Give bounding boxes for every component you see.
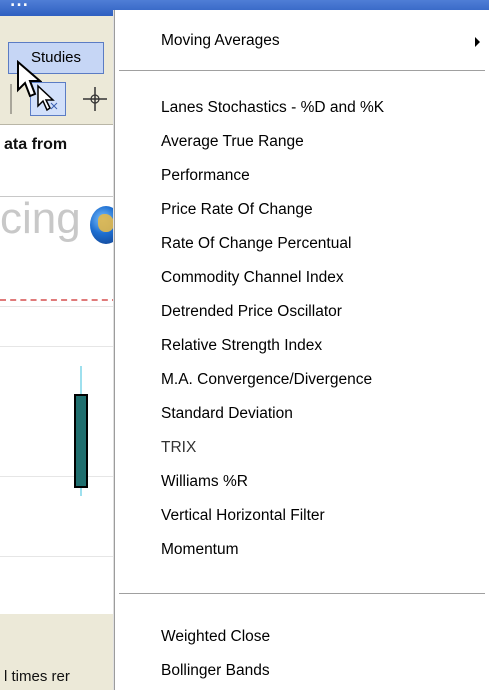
screen: ... Studies ata from cing l times rer Mo…: [0, 0, 489, 690]
watermark-logo-text: cing: [0, 194, 81, 243]
menu-separator: [119, 70, 485, 72]
menu-item-trix[interactable]: TRIX: [115, 431, 489, 465]
window-title: ...: [10, 0, 29, 10]
menu-item-label: Bollinger Bands: [161, 662, 270, 679]
menu-item-label: Average True Range: [161, 133, 304, 150]
menu-item-average-true-range[interactable]: Average True Range: [115, 125, 489, 159]
grid-line: [0, 306, 118, 307]
menu-item-label: Relative Strength Index: [161, 337, 323, 354]
menu-item-lanes-stochastics[interactable]: Lanes Stochastics - %D and %K: [115, 91, 489, 125]
menu-item-label: TRIX: [161, 439, 197, 456]
grid-line: [0, 556, 118, 557]
menu-item-performance[interactable]: Performance: [115, 159, 489, 193]
crosshair-icon[interactable]: [80, 84, 110, 114]
mouse-cursor-icon: [17, 60, 42, 98]
menu-item-macd[interactable]: M.A. Convergence/Divergence: [115, 363, 489, 397]
menu-separator: [119, 593, 485, 595]
menu-item-momentum[interactable]: Momentum: [115, 533, 489, 567]
menu-item-label: M.A. Convergence/Divergence: [161, 371, 373, 388]
grid-line: [0, 346, 118, 347]
menu-item-rate-of-change-percentual[interactable]: Rate Of Change Percentual: [115, 227, 489, 261]
menu-item-label: Momentum: [161, 541, 239, 558]
menu-item-williams-r[interactable]: Williams %R: [115, 465, 489, 499]
menu-item-standard-deviation[interactable]: Standard Deviation: [115, 397, 489, 431]
menu-item-label: Rate Of Change Percentual: [161, 235, 352, 252]
submenu-arrow-icon: [475, 37, 480, 47]
menu-item-label: Price Rate Of Change: [161, 201, 313, 218]
menu-item-vertical-horizontal-filter[interactable]: Vertical Horizontal Filter: [115, 499, 489, 533]
menu-item-label: Vertical Horizontal Filter: [161, 507, 325, 524]
menu-item-label: Williams %R: [161, 473, 248, 490]
menu-item-label: Lanes Stochastics - %D and %K: [161, 99, 385, 116]
data-source-label: ata from: [4, 136, 68, 153]
lower-panel-label: l times rer: [4, 668, 70, 685]
menu-item-price-rate-of-change[interactable]: Price Rate Of Change: [115, 193, 489, 227]
menu-item-detrended-price-oscillator[interactable]: Detrended Price Oscillator: [115, 295, 489, 329]
menu-item-label: Standard Deviation: [161, 405, 293, 422]
menu-item-label: Detrended Price Oscillator: [161, 303, 342, 320]
menu-item-label: Moving Averages: [161, 32, 280, 49]
toolbar-separator: [10, 84, 12, 114]
menu-item-bollinger-bands[interactable]: Bollinger Bands: [115, 654, 489, 688]
menu-item-commodity-channel-index[interactable]: Commodity Channel Index: [115, 261, 489, 295]
menu-item-weighted-close[interactable]: Weighted Close: [115, 620, 489, 654]
reference-line: [0, 299, 118, 301]
candle-body: [74, 394, 88, 488]
studies-dropdown-menu: Moving Averages Lanes Stochastics - %D a…: [114, 10, 489, 690]
globe-land: [98, 214, 114, 232]
menu-item-moving-averages[interactable]: Moving Averages: [115, 24, 489, 58]
menu-item-label: Performance: [161, 167, 250, 184]
grid-line: [0, 476, 118, 477]
menu-item-label: Commodity Channel Index: [161, 269, 344, 286]
chart-application: Studies ata from cing l times rer: [0, 16, 118, 690]
menu-item-relative-strength-index[interactable]: Relative Strength Index: [115, 329, 489, 363]
menu-item-label: Weighted Close: [161, 628, 271, 645]
